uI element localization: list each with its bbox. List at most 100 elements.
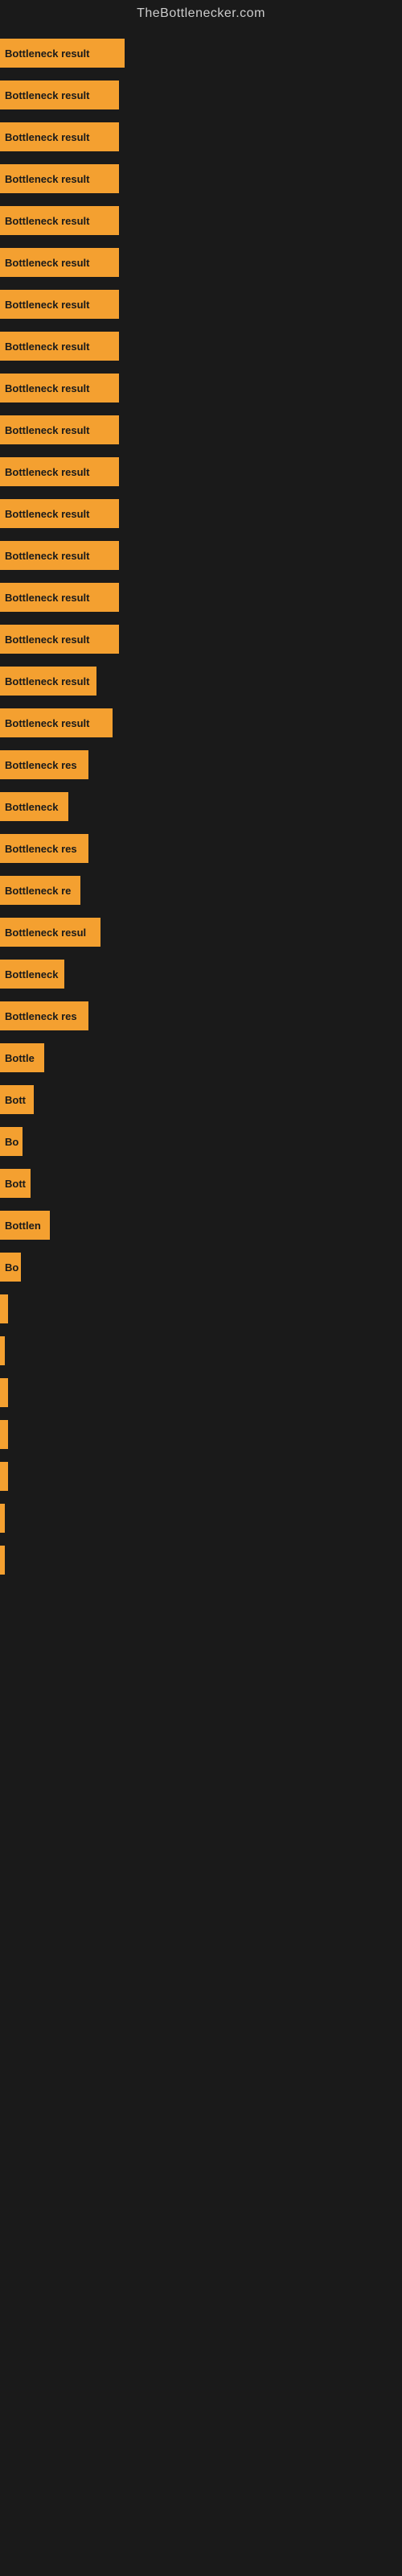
bar-label: Bottleneck result <box>5 47 89 60</box>
bar-row: Bottle <box>0 1037 402 1079</box>
bottleneck-bar[interactable]: Bottleneck result <box>0 541 119 570</box>
bar-row: Bott <box>0 1079 402 1121</box>
bar-label: Bottleneck re <box>5 885 71 897</box>
bar-row <box>0 1414 402 1455</box>
bar-row: Bottleneck result <box>0 618 402 660</box>
bottleneck-bar[interactable]: Bottleneck result <box>0 248 119 277</box>
bar-row <box>0 1330 402 1372</box>
bar-label: Bottleneck <box>5 801 58 813</box>
bottleneck-bar[interactable]: Bottleneck result <box>0 415 119 444</box>
bar-row: Bottlen <box>0 1204 402 1246</box>
bottleneck-bar[interactable] <box>0 1546 5 1575</box>
bottleneck-bar[interactable]: Bottleneck result <box>0 80 119 109</box>
bar-label: Bottleneck <box>5 968 58 980</box>
bar-label: Bottleneck result <box>5 382 89 394</box>
bar-row: Bo <box>0 1246 402 1288</box>
bar-row: Bottleneck result <box>0 32 402 74</box>
bar-label: Bottleneck result <box>5 508 89 520</box>
bar-label: Bottleneck result <box>5 257 89 269</box>
bar-label: Bo <box>5 1136 18 1148</box>
bottleneck-bar[interactable]: Bottleneck resul <box>0 918 100 947</box>
bar-row: Bottleneck resul <box>0 911 402 953</box>
bar-row: Bottleneck result <box>0 200 402 242</box>
bar-row: Bottleneck res <box>0 744 402 786</box>
bar-label: Bottleneck result <box>5 424 89 436</box>
bottleneck-bar[interactable]: Bottleneck result <box>0 625 119 654</box>
bottleneck-bar[interactable] <box>0 1504 5 1533</box>
bar-row: Bottleneck res <box>0 995 402 1037</box>
bar-label: Bo <box>5 1261 18 1274</box>
bar-row: Bottleneck result <box>0 535 402 576</box>
bar-row: Bottleneck result <box>0 660 402 702</box>
bottleneck-bar[interactable] <box>0 1336 5 1365</box>
bar-row: Bottleneck result <box>0 242 402 283</box>
bottleneck-bar[interactable] <box>0 1294 8 1323</box>
bar-label: Bottleneck result <box>5 675 89 687</box>
bar-row: Bott <box>0 1162 402 1204</box>
bottleneck-bar[interactable]: Bottleneck result <box>0 374 119 402</box>
bar-row: Bo <box>0 1121 402 1162</box>
bottleneck-bar[interactable]: Bottleneck res <box>0 750 88 779</box>
bottleneck-bar[interactable]: Bottleneck result <box>0 164 119 193</box>
bar-label: Bottleneck result <box>5 550 89 562</box>
bar-label: Bott <box>5 1178 26 1190</box>
bar-label: Bottleneck res <box>5 843 77 855</box>
bottleneck-bar[interactable] <box>0 1462 8 1491</box>
bottleneck-bar[interactable]: Bottleneck res <box>0 834 88 863</box>
bottleneck-bar[interactable]: Bottleneck result <box>0 332 119 361</box>
bottleneck-bar[interactable] <box>0 1420 8 1449</box>
bar-row: Bottleneck result <box>0 283 402 325</box>
bar-row: Bottleneck re <box>0 869 402 911</box>
bar-label: Bottleneck result <box>5 634 89 646</box>
bottleneck-bar[interactable]: Bottleneck result <box>0 499 119 528</box>
bottleneck-bar[interactable]: Bottle <box>0 1043 44 1072</box>
bottleneck-bar[interactable]: Bottleneck res <box>0 1001 88 1030</box>
bar-label: Bottleneck result <box>5 341 89 353</box>
bar-label: Bottleneck resul <box>5 927 86 939</box>
bar-label: Bott <box>5 1094 26 1106</box>
bar-row: Bottleneck result <box>0 451 402 493</box>
bar-row: Bottleneck result <box>0 493 402 535</box>
bars-container: Bottleneck result Bottleneck result Bottle… <box>0 24 402 1581</box>
bar-row: Bottleneck result <box>0 576 402 618</box>
bottleneck-bar[interactable]: Bottlen <box>0 1211 50 1240</box>
bar-label: Bottleneck result <box>5 89 89 101</box>
bottleneck-bar[interactable]: Bottleneck result <box>0 122 119 151</box>
bottleneck-bar[interactable]: Bottleneck result <box>0 708 113 737</box>
bar-row: Bottleneck result <box>0 158 402 200</box>
bar-row: Bottleneck result <box>0 116 402 158</box>
bar-label: Bottleneck res <box>5 1010 77 1022</box>
bar-row <box>0 1372 402 1414</box>
bottleneck-bar[interactable]: Bottleneck <box>0 960 64 989</box>
bar-row: Bottleneck result <box>0 367 402 409</box>
bar-label: Bottleneck result <box>5 131 89 143</box>
bottleneck-bar[interactable]: Bottleneck result <box>0 667 96 696</box>
bar-label: Bottleneck result <box>5 215 89 227</box>
bottleneck-bar[interactable]: Bottleneck result <box>0 39 125 68</box>
bar-row <box>0 1539 402 1581</box>
bar-row <box>0 1497 402 1539</box>
bar-label: Bottleneck result <box>5 717 89 729</box>
bottleneck-bar[interactable]: Bo <box>0 1127 23 1156</box>
bar-row: Bottleneck result <box>0 325 402 367</box>
bottleneck-bar[interactable]: Bottleneck re <box>0 876 80 905</box>
bar-row: Bottleneck <box>0 786 402 828</box>
bottleneck-bar[interactable]: Bottleneck result <box>0 290 119 319</box>
bottleneck-bar[interactable]: Bott <box>0 1169 31 1198</box>
bottleneck-bar[interactable]: Bottleneck result <box>0 457 119 486</box>
bottleneck-bar[interactable]: Bott <box>0 1085 34 1114</box>
bar-label: Bottleneck res <box>5 759 77 771</box>
bottleneck-bar[interactable] <box>0 1378 8 1407</box>
bar-label: Bottleneck result <box>5 299 89 311</box>
bar-label: Bottleneck result <box>5 592 89 604</box>
bar-label: Bottle <box>5 1052 35 1064</box>
bar-row: Bottleneck result <box>0 702 402 744</box>
bottleneck-bar[interactable]: Bottleneck result <box>0 206 119 235</box>
bar-row <box>0 1455 402 1497</box>
bar-row: Bottleneck <box>0 953 402 995</box>
bar-row <box>0 1288 402 1330</box>
bottleneck-bar[interactable]: Bo <box>0 1253 21 1282</box>
bottleneck-bar[interactable]: Bottleneck result <box>0 583 119 612</box>
bar-label: Bottlen <box>5 1220 41 1232</box>
bottleneck-bar[interactable]: Bottleneck <box>0 792 68 821</box>
